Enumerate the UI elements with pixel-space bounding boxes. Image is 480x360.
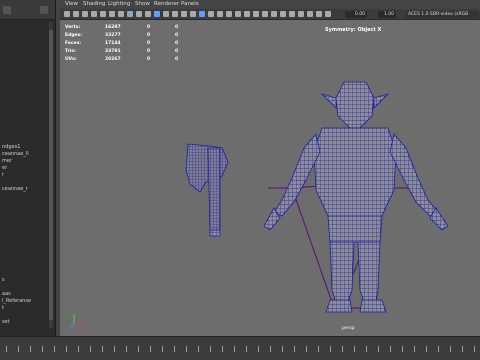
toolbar-tool-icon[interactable] bbox=[190, 11, 196, 17]
outliner-panel: ndges1 ceannae_ll mer er r ceannae_r s aas l_Ref… bbox=[0, 0, 56, 336]
3d-viewport[interactable]: Verts: 16287 0 0 Edges: 33277 0 0 Faces: 17144 0… bbox=[60, 20, 480, 336]
toolbar-tool-icon[interactable] bbox=[136, 11, 142, 17]
toolbar-tool-icon[interactable] bbox=[172, 11, 178, 17]
panel-menu-bar: View Shading Lighting Show Renderer Pane… bbox=[60, 0, 480, 9]
outliner-toolbar bbox=[0, 0, 55, 20]
menu-show[interactable]: Show bbox=[135, 1, 150, 7]
timeline-tick bbox=[210, 346, 211, 352]
timeline-tick bbox=[426, 346, 427, 352]
toolbar-tool-icon[interactable] bbox=[280, 11, 286, 17]
toolbar-tool-icon[interactable] bbox=[100, 11, 106, 17]
toolbar-tool-icon[interactable] bbox=[64, 11, 70, 17]
toolbar-tool-icon[interactable] bbox=[181, 11, 187, 17]
toolbar-tool-icon[interactable] bbox=[289, 11, 295, 17]
timeline-tick bbox=[102, 346, 103, 352]
toolbar-tool-icon[interactable] bbox=[163, 11, 169, 17]
axe-model[interactable] bbox=[185, 143, 229, 237]
menu-panels[interactable]: Panels bbox=[181, 1, 199, 7]
exposure-field[interactable]: 0.00 bbox=[345, 11, 367, 18]
timeline-tick bbox=[318, 346, 319, 352]
timeline-tick bbox=[390, 346, 391, 352]
timeline-tick bbox=[234, 346, 235, 352]
axis-gizmo bbox=[69, 314, 84, 329]
toolbar-tool-icon[interactable] bbox=[109, 11, 115, 17]
toolbar-tool-icon[interactable] bbox=[208, 11, 214, 17]
timeline-tick bbox=[438, 346, 439, 352]
toolbar-tool-icon[interactable] bbox=[145, 11, 151, 17]
timeline-tick bbox=[378, 346, 379, 352]
timeline-tick bbox=[150, 346, 151, 352]
timeline-tick bbox=[66, 346, 67, 352]
toolbar-tool-icon[interactable] bbox=[91, 11, 97, 17]
colorspace-dropdown[interactable]: ACES 1.0 SDR-video (sRGB bbox=[406, 11, 479, 18]
toolbar-tool-icon[interactable] bbox=[316, 11, 322, 17]
timeline-tick bbox=[6, 346, 7, 352]
timeline-tick bbox=[330, 346, 331, 352]
menu-renderer[interactable]: Renderer bbox=[154, 1, 179, 7]
character-model[interactable] bbox=[263, 81, 449, 313]
timeline-tick bbox=[402, 346, 403, 352]
viewport-panel: View Shading Lighting Show Renderer Pane… bbox=[60, 0, 480, 336]
time-slider[interactable] bbox=[0, 336, 480, 360]
toolbar-tool-icon[interactable] bbox=[82, 11, 88, 17]
toolbar-tool-icon[interactable] bbox=[217, 11, 223, 17]
timeline-tick bbox=[18, 346, 19, 352]
timeline-tick bbox=[30, 346, 31, 352]
toolbar-tool-icon[interactable] bbox=[154, 11, 160, 17]
scene-render bbox=[69, 81, 449, 329]
toolbar-tool-icon[interactable] bbox=[298, 11, 304, 17]
timeline-tick bbox=[42, 346, 43, 352]
toolbar-tool-icon[interactable] bbox=[199, 11, 205, 17]
timeline-tick bbox=[114, 346, 115, 352]
outliner-scrollbar[interactable] bbox=[49, 22, 53, 328]
timeline-tick bbox=[162, 346, 163, 352]
timeline-tick bbox=[366, 346, 367, 352]
timeline-tick bbox=[78, 346, 79, 352]
timeline-tick bbox=[198, 346, 199, 352]
timeline-tick bbox=[174, 346, 175, 352]
timeline-tick bbox=[138, 346, 139, 352]
toolbar-tool-icon[interactable] bbox=[307, 11, 313, 17]
toolbar-tool-icon[interactable] bbox=[253, 11, 259, 17]
toolbar-tool-icon[interactable] bbox=[244, 11, 250, 17]
timeline-tick bbox=[246, 346, 247, 352]
timeline-tick bbox=[258, 346, 259, 352]
menu-shading[interactable]: Shading bbox=[83, 1, 105, 7]
timeline-tick bbox=[342, 346, 343, 352]
timeline-tick bbox=[354, 346, 355, 352]
timeline-tick bbox=[222, 346, 223, 352]
timeline-tick bbox=[186, 346, 187, 352]
menu-view[interactable]: View bbox=[65, 1, 78, 7]
toolbar-tool-icon[interactable] bbox=[235, 11, 241, 17]
toolbar-tool-icon[interactable] bbox=[271, 11, 277, 17]
toolbar-tool-icon[interactable] bbox=[118, 11, 124, 17]
menu-icon[interactable] bbox=[3, 6, 11, 14]
search-icon[interactable] bbox=[40, 6, 48, 14]
camera-label: persp bbox=[342, 326, 355, 331]
timeline-tick bbox=[462, 346, 463, 352]
timeline-tick bbox=[306, 346, 307, 352]
timeline-tick bbox=[126, 346, 127, 352]
timeline-tick bbox=[474, 346, 475, 352]
timeline-tick bbox=[414, 346, 415, 352]
timeline-tick bbox=[54, 346, 55, 352]
timeline-tick bbox=[270, 346, 271, 352]
timeline-tick bbox=[282, 346, 283, 352]
timeline-tick bbox=[90, 346, 91, 352]
gamma-field[interactable]: 1.00 bbox=[378, 11, 396, 18]
outliner-item[interactable]: set bbox=[0, 318, 55, 326]
toolbar-tool-icon[interactable] bbox=[73, 11, 79, 17]
toolbar-tool-icon[interactable] bbox=[325, 11, 331, 17]
timeline-tick bbox=[294, 346, 295, 352]
toolbar-tool-icon[interactable] bbox=[226, 11, 232, 17]
menu-lighting[interactable]: Lighting bbox=[108, 1, 130, 7]
timeline-tick bbox=[450, 346, 451, 352]
panel-toolbar: 0.00 1.00 ACES 1.0 SDR-video (sRGB bbox=[60, 9, 480, 20]
toolbar-tool-icon[interactable] bbox=[262, 11, 268, 17]
toolbar-tool-icon[interactable] bbox=[127, 11, 133, 17]
